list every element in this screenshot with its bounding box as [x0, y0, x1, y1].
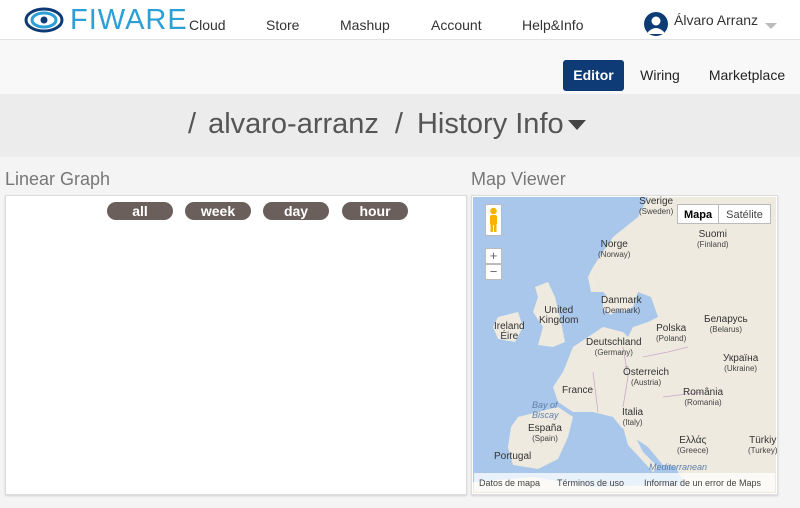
range-week-button[interactable]: week — [185, 202, 251, 220]
map-label-turkey: Türkiy (Turkey) — [748, 435, 778, 456]
breadcrumb: / alvaro-arranz / History Info — [188, 108, 586, 141]
linear-graph-widget — [5, 195, 467, 495]
fiware-logo[interactable]: FIWARE — [24, 5, 188, 35]
map-label-finland: Suomi (Finland) — [697, 229, 729, 250]
map-label-germany: Deutschland (Germany) — [586, 337, 642, 358]
user-avatar-icon — [644, 12, 668, 36]
nav-help-info[interactable]: Help&Info — [522, 16, 583, 34]
map-report-error-link[interactable]: Informar de un error de Maps — [644, 478, 761, 488]
breadcrumb-separator: / — [394, 108, 403, 140]
chevron-down-icon — [765, 23, 778, 29]
map-sea-bay-of-biscay: Bay of Biscay — [532, 400, 559, 420]
map-sea-mediterranean: Mediterranean — [649, 462, 708, 472]
range-day-button[interactable]: day — [263, 202, 329, 220]
map-label-belarus: Беларусь (Belarus) — [704, 314, 748, 335]
street-view-pegman-icon[interactable] — [485, 204, 502, 236]
map-label-italy: Italia (Italy) — [622, 407, 644, 428]
map-type-mapa[interactable]: Mapa — [677, 204, 719, 224]
map-label-spain: España (Spain) — [528, 423, 562, 444]
range-all-button[interactable]: all — [107, 202, 173, 220]
nav-account[interactable]: Account — [431, 16, 482, 34]
nav-store[interactable]: Store — [266, 16, 299, 34]
map-type-satelite[interactable]: Satélite — [718, 204, 771, 224]
logo-text: FIWARE — [70, 4, 188, 36]
top-navbar: FIWARE Cloud Store Mashup Account Help&I… — [0, 0, 800, 40]
editor-button[interactable]: Editor — [563, 60, 624, 91]
map-label-france: France — [562, 385, 594, 396]
map-data-link[interactable]: Datos de mapa — [479, 478, 540, 488]
map-viewer-title: Map Viewer — [471, 169, 566, 189]
user-menu[interactable]: Álvaro Arranz — [644, 12, 778, 36]
map-label-austria: Österreich (Austria) — [623, 367, 670, 388]
map-label-united-kingdom: United Kingdom — [539, 305, 579, 326]
zoom-in-button[interactable]: + — [485, 248, 502, 264]
map-label-ukraine: Україна (Ukraine) — [723, 353, 759, 374]
map-label-norway: Norge (Norway) — [598, 239, 631, 260]
range-hour-button[interactable]: hour — [342, 202, 408, 220]
breadcrumb-workspace[interactable]: History Info — [417, 108, 564, 141]
breadcrumb-separator: / — [188, 108, 197, 140]
nav-mashup[interactable]: Mashup — [340, 16, 390, 34]
map-label-greece: Ελλάς (Greece) — [677, 435, 709, 456]
nav-cloud[interactable]: Cloud — [189, 16, 226, 34]
zoom-out-button[interactable]: − — [485, 264, 502, 280]
fiware-logo-icon — [24, 7, 64, 33]
map-terms-link[interactable]: Términos de uso — [557, 478, 624, 488]
map-label-poland: Polska (Poland) — [656, 323, 687, 344]
linear-graph-title: Linear Graph — [5, 169, 111, 189]
wiring-button[interactable]: Wiring — [632, 60, 688, 91]
map-label-sweden: Sverige (Sweden) — [639, 196, 674, 217]
map-label-romania: România (Romania) — [683, 387, 724, 408]
map-label-denmark: Danmark (Denmark) — [601, 295, 642, 316]
workspace-menu-caret-icon[interactable] — [567, 119, 586, 130]
map-label-portugal: Portugal — [494, 451, 532, 462]
user-name: Álvaro Arranz — [674, 12, 759, 28]
breadcrumb-user[interactable]: alvaro-arranz — [208, 108, 379, 141]
map-label-ireland: Ireland Éire — [494, 321, 525, 342]
marketplace-button[interactable]: Marketplace — [702, 60, 792, 91]
